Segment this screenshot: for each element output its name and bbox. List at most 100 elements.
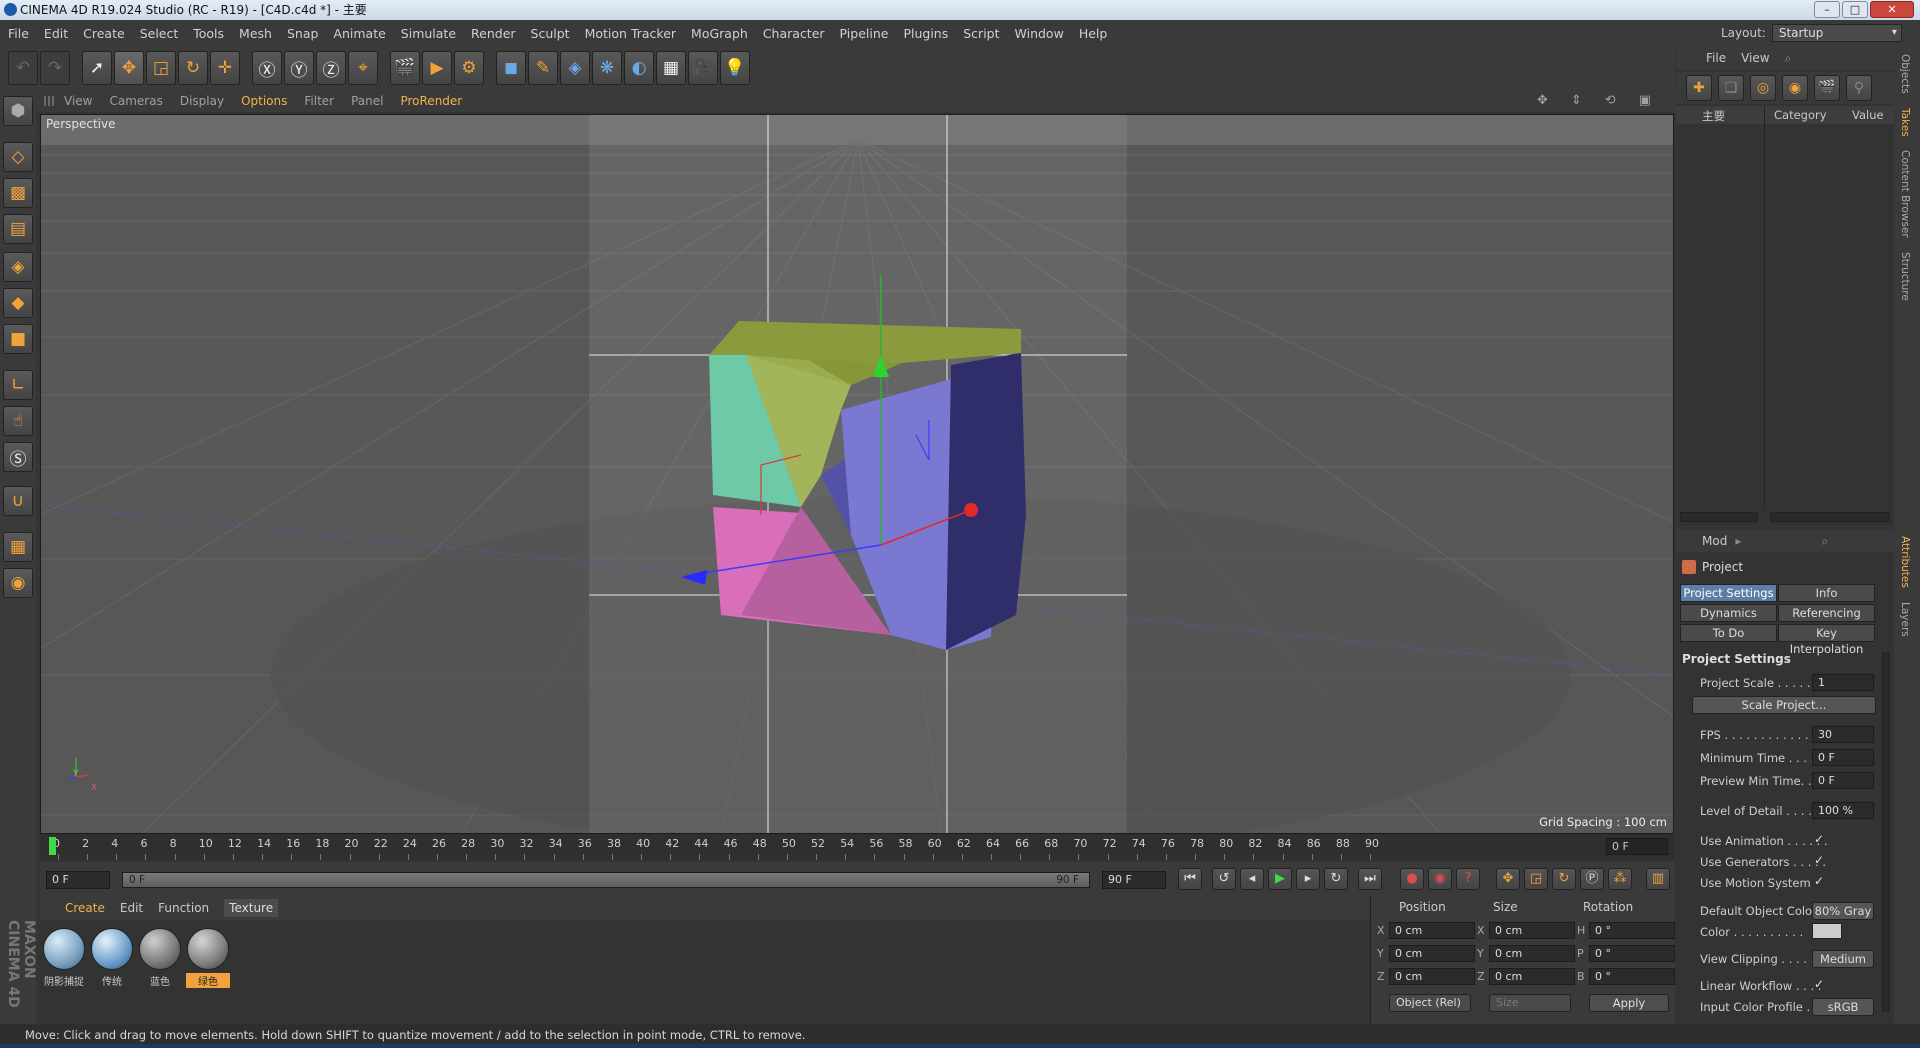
keyframe-selection-icon[interactable]: ? xyxy=(1456,868,1480,890)
zoom-view-icon[interactable]: ⇕ xyxy=(1571,93,1582,108)
vp-menu-cameras[interactable]: Cameras xyxy=(109,94,162,108)
tab-layers[interactable]: Layers xyxy=(1899,602,1911,637)
scale-icon[interactable]: ◲ xyxy=(146,51,176,85)
planar-workplane-icon[interactable]: ◉ xyxy=(3,568,33,598)
render-picture-viewer-icon[interactable]: ▶ xyxy=(422,51,452,85)
menu-simulate[interactable]: Simulate xyxy=(401,26,456,41)
menu-character[interactable]: Character xyxy=(763,26,825,41)
project-scale-field[interactable]: 1 xyxy=(1812,674,1874,691)
use-generators-checkbox[interactable]: ✓ xyxy=(1814,853,1824,867)
material-thumb[interactable]: 蓝色 xyxy=(138,928,182,988)
edges-mode-icon[interactable]: ◆ xyxy=(3,288,33,318)
menu-mograph[interactable]: MoGraph xyxy=(691,26,748,41)
pan-view-icon[interactable]: ✥ xyxy=(1537,93,1548,108)
minimum-time-field[interactable]: 0 F xyxy=(1812,749,1874,766)
maximize-button[interactable]: □ xyxy=(1842,1,1868,18)
view-clipping-dropdown[interactable]: Medium xyxy=(1812,950,1874,968)
render-settings-icon[interactable]: ⚙ xyxy=(454,51,484,85)
timeline-ruler[interactable]: 0 2 4 6 8 10 12 14 16 18 20 22 24 26 28 30 32 34 36 38 40 42 4… xyxy=(40,834,1674,860)
cube-icon[interactable]: ◼ xyxy=(496,51,526,85)
axis-mode-icon[interactable]: ∟ xyxy=(3,370,33,400)
prev-key-icon[interactable]: ↺ xyxy=(1212,868,1236,890)
next-frame-icon[interactable]: ▸ xyxy=(1296,868,1320,890)
menu-help[interactable]: Help xyxy=(1079,26,1108,41)
tweak-mode-icon[interactable]: ☝ xyxy=(3,406,33,436)
menu-select[interactable]: Select xyxy=(140,26,179,41)
size-x-field[interactable]: 0 cm xyxy=(1489,922,1575,939)
attr-search-icon[interactable]: ⌕ xyxy=(1821,534,1828,549)
menu-animate[interactable]: Animate xyxy=(333,26,385,41)
vertical-scrollbar[interactable] xyxy=(1882,652,1890,1012)
key-parameter-icon[interactable]: Ⓟ xyxy=(1580,868,1604,890)
menu-mesh[interactable]: Mesh xyxy=(239,26,272,41)
vp-menu-prorender[interactable]: ProRender xyxy=(400,94,462,108)
layout-select[interactable]: Startup xyxy=(1771,24,1902,42)
coordinate-mode-dropdown[interactable]: Object (Rel) xyxy=(1389,994,1471,1012)
start-frame-field[interactable]: 0 F xyxy=(46,871,110,889)
snap-icon[interactable]: ∪ xyxy=(3,486,33,516)
undo-icon[interactable]: ↶ xyxy=(8,51,38,85)
play-icon[interactable]: ▶ xyxy=(1268,868,1292,890)
model-mode-icon[interactable]: ◇ xyxy=(3,142,33,172)
grip-icon[interactable] xyxy=(44,96,54,106)
preview-range-slider[interactable]: 0 F 90 F xyxy=(122,872,1090,888)
current-frame-field[interactable]: 0 F xyxy=(1606,838,1668,855)
tab-objects[interactable]: Objects xyxy=(1899,54,1911,94)
size-y-field[interactable]: 0 cm xyxy=(1489,945,1575,962)
use-animation-checkbox[interactable]: ✓ xyxy=(1814,832,1824,846)
tab-structure[interactable]: Structure xyxy=(1899,252,1911,301)
render-view-icon[interactable]: 🎬 xyxy=(390,51,420,85)
position-x-field[interactable]: 0 cm xyxy=(1389,922,1475,939)
vp-menu-view[interactable]: View xyxy=(64,94,92,108)
menu-edit[interactable]: Edit xyxy=(44,26,68,41)
z-axis-icon[interactable]: Ⓩ xyxy=(316,51,346,85)
default-object-color-dropdown[interactable]: 80% Gray xyxy=(1812,902,1874,920)
rotation-h-field[interactable]: 0 ° xyxy=(1589,922,1675,939)
apply-button[interactable]: Apply xyxy=(1589,994,1669,1012)
pen-spline-icon[interactable]: ✎ xyxy=(528,51,558,85)
key-rotation-icon[interactable]: ↻ xyxy=(1552,868,1576,890)
floor-icon[interactable]: ▦ xyxy=(656,51,686,85)
minimize-button[interactable]: – xyxy=(1814,1,1840,18)
fps-field[interactable]: 30 xyxy=(1812,726,1874,743)
take-render-icon[interactable]: 🎬 xyxy=(1814,75,1840,101)
deformer-icon[interactable]: ◐ xyxy=(624,51,654,85)
obj-menu-view[interactable]: View xyxy=(1741,51,1769,65)
polygons-mode-icon[interactable]: ■ xyxy=(3,324,33,354)
redo-icon[interactable]: ↷ xyxy=(40,51,70,85)
attr-menu-mode[interactable]: Mod xyxy=(1702,534,1727,548)
mat-menu-texture[interactable]: Texture xyxy=(224,899,279,917)
tab-referencing[interactable]: Referencing xyxy=(1778,604,1875,622)
timeline-window-icon[interactable]: ▥ xyxy=(1646,868,1670,890)
size-z-field[interactable]: 0 cm xyxy=(1489,968,1575,985)
material-thumb[interactable]: 绿色 xyxy=(186,928,230,988)
tab-takes[interactable]: Takes xyxy=(1899,108,1911,137)
playhead[interactable] xyxy=(49,837,56,855)
cloner-icon[interactable]: ❋ xyxy=(592,51,622,85)
tab-content-browser[interactable]: Content Browser xyxy=(1899,150,1911,238)
size-mode-dropdown[interactable]: Size xyxy=(1489,994,1571,1012)
menu-plugins[interactable]: Plugins xyxy=(903,26,948,41)
key-scale-icon[interactable]: ◲ xyxy=(1524,868,1548,890)
menu-snap[interactable]: Snap xyxy=(287,26,318,41)
material-thumb[interactable]: 阴影捕捉 xyxy=(42,928,86,988)
workplane-icon[interactable]: ▤ xyxy=(3,214,33,244)
linear-workflow-checkbox[interactable]: ✓ xyxy=(1814,977,1824,991)
color-swatch[interactable] xyxy=(1812,923,1842,939)
rotate-icon[interactable]: ↻ xyxy=(178,51,208,85)
level-of-detail-field[interactable]: 100 % xyxy=(1812,802,1874,819)
live-selection-icon[interactable]: ➚ xyxy=(82,51,112,85)
mat-menu-edit[interactable]: Edit xyxy=(120,901,143,915)
menu-tools[interactable]: Tools xyxy=(193,26,224,41)
take-lock-icon[interactable]: ⚲ xyxy=(1846,75,1872,101)
menu-render[interactable]: Render xyxy=(471,26,516,41)
mat-menu-create[interactable]: Create xyxy=(65,901,105,915)
tab-key-interpolation[interactable]: Key Interpolation xyxy=(1778,624,1875,656)
scale-project-button[interactable]: Scale Project... xyxy=(1692,696,1876,714)
light-icon[interactable]: 💡 xyxy=(720,51,750,85)
vp-menu-options[interactable]: Options xyxy=(241,94,287,108)
rotation-b-field[interactable]: 0 ° xyxy=(1589,968,1675,985)
subdivision-icon[interactable]: ◈ xyxy=(560,51,590,85)
menu-window[interactable]: Window xyxy=(1015,26,1064,41)
vp-menu-display[interactable]: Display xyxy=(180,94,224,108)
